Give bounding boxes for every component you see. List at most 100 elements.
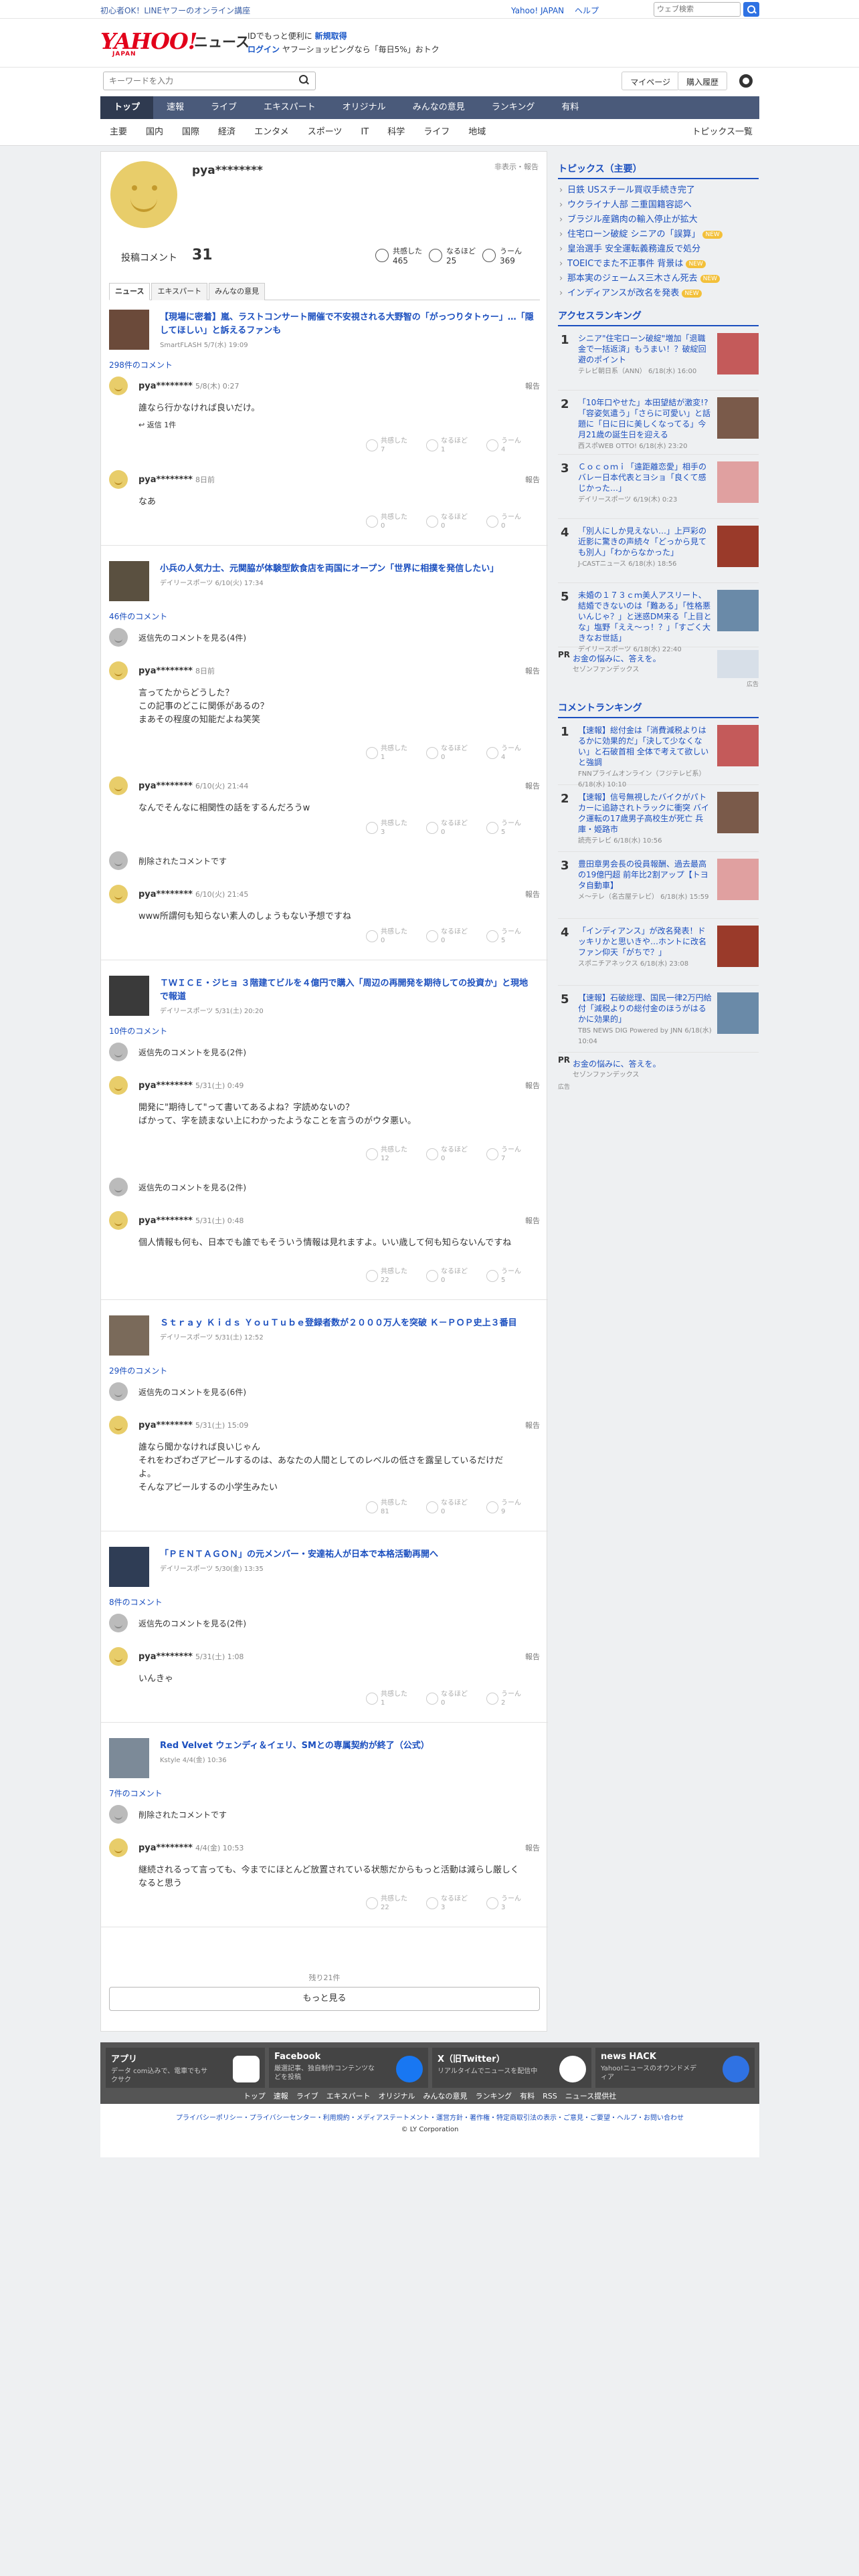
- rank-thumbnail[interactable]: [717, 526, 759, 567]
- replies-count[interactable]: 返信 1件: [147, 421, 177, 429]
- article-comment-count[interactable]: 7件のコメント: [109, 1788, 163, 1799]
- nav-paid[interactable]: 有料: [548, 96, 592, 119]
- ad-mark[interactable]: 広告: [747, 679, 759, 688]
- footer-link[interactable]: ニュース提供社: [565, 2092, 616, 2101]
- ranking-item[interactable]: 3 豊田章男会長の役員報酬、過去最高の19億円超 前年比2割アップ【トヨタ自動車】…: [558, 852, 759, 919]
- web-search-input[interactable]: [654, 2, 741, 17]
- rank-title[interactable]: シニア"住宅ローン破綻"増加「退職金で一括返済」もうまい！？破綻回避のポイントテ…: [578, 333, 712, 377]
- footer-link[interactable]: ランキング: [475, 2092, 512, 2101]
- article-title-text[interactable]: 小兵の人気力士、元関脇が体験型飲食店を両国にオープン「世界に相撲を発信したい」: [160, 564, 498, 574]
- article-comment-count[interactable]: 298件のコメント: [109, 359, 173, 370]
- report-link[interactable]: 報告: [525, 889, 540, 899]
- rank-thumbnail[interactable]: [717, 590, 759, 631]
- promo-link[interactable]: 初心者OK！LINEヤフーのオンライン講座: [100, 5, 250, 16]
- comment-username-text[interactable]: pya********: [138, 381, 193, 391]
- rank-title[interactable]: 未婚の１７３ｃｍ美人アスリート、結婚できないのは「難ある」「性格悪いんじゃ？」と…: [578, 590, 712, 655]
- footer-newshack-card[interactable]: news HACK Yahoo!ニュースのオウンドメディア: [595, 2048, 755, 2088]
- ad-mark[interactable]: 広告: [558, 1082, 759, 1091]
- ranking-item[interactable]: 5 【速報】石破総理、国民一律2万円給付「減税よりの総付金のほうがはるかに効果的」…: [558, 986, 759, 1053]
- nav-ranking[interactable]: ランキング: [478, 96, 549, 119]
- comment-username[interactable]: pya******** 5/31(土) 15:09: [138, 1420, 248, 1430]
- deleted-comment[interactable]: 返信先のコメントを見る(2件): [109, 1043, 540, 1067]
- comment-username[interactable]: pya******** 5/31(土) 0:48: [138, 1215, 244, 1226]
- footer-app-card[interactable]: アプリ データ com込みで、電車でもサクサク: [106, 2048, 265, 2088]
- nav-live[interactable]: ライブ: [197, 96, 250, 119]
- article-thumbnail[interactable]: [109, 1738, 149, 1778]
- rank-title-text[interactable]: 「別人にしか見えない…」上戸彩の近影に驚きの声続々「どっから見ても別人」「わから…: [578, 526, 706, 557]
- ranking-item[interactable]: 1 【速報】総付金は「消費減税よりはるかに効果的だ」「決して少なくない」と石破首相…: [558, 718, 759, 788]
- topic-text[interactable]: インディアンスが改名を発表: [567, 288, 679, 298]
- reaction-hmm-button[interactable]: うーん 5: [486, 928, 540, 945]
- reaction-hmm-button[interactable]: うーん 7: [486, 1146, 540, 1163]
- topic-text[interactable]: ウクライナ人部 二重国籍容認へ: [567, 200, 692, 210]
- reaction-hmm-button[interactable]: うーん 5: [486, 1267, 540, 1285]
- report-link[interactable]: 報告: [525, 1080, 540, 1091]
- cat-main[interactable]: 主要: [100, 119, 136, 146]
- avatar[interactable]: [109, 1838, 128, 1857]
- footer-link[interactable]: トップ: [244, 2092, 266, 2101]
- topic-item[interactable]: ウクライナ人部 二重国籍容認へ: [558, 198, 759, 213]
- rank-thumbnail[interactable]: [717, 992, 759, 1034]
- reaction-insight-button[interactable]: なるほど 0: [426, 928, 480, 945]
- report-link[interactable]: 報告: [525, 665, 540, 676]
- topic-item[interactable]: 那本実のジェームス三木さん死去NEW: [558, 272, 759, 286]
- ranking-item[interactable]: 3 Ｃｏｃｏｍｉ「遠距離恋愛」相手のバレー日本代表とヨショ「良くて感じかった…」デ…: [558, 455, 759, 519]
- reaction-empathy-button[interactable]: 共感した 3: [366, 819, 419, 837]
- cat-local[interactable]: 地域: [459, 119, 495, 146]
- footer-link[interactable]: 速報: [274, 2092, 288, 2101]
- rank-title[interactable]: Ｃｏｃｏｍｉ「遠距離恋愛」相手のバレー日本代表とヨショ「良くて感じかった…」 デイ…: [578, 461, 712, 506]
- avatar[interactable]: [109, 377, 128, 395]
- article-title-text[interactable]: Ｓｔｒａｙ Ｋｉｄｓ ＹｏｕＴｕｂｅ登録者数が２０００万人を突破 Ｋ－ＰＯＰ史上…: [160, 1318, 517, 1328]
- reaction-hmm-button[interactable]: うーん 5: [486, 819, 540, 837]
- rank-thumbnail[interactable]: [717, 926, 759, 967]
- reaction-insight-button[interactable]: なるほど 1: [426, 437, 480, 454]
- avatar[interactable]: [109, 885, 128, 903]
- topics-list-link[interactable]: トピックス一覧: [692, 119, 753, 146]
- topic-item[interactable]: ブラジル産鶏肉の輸入停止が拡大: [558, 213, 759, 227]
- rank-title[interactable]: 「インディアンス」が改名発表！ドッキリかと思いきや…ホントに改名 ファン仰天「が…: [578, 926, 712, 970]
- reaction-insight-button[interactable]: なるほど 0: [426, 744, 480, 762]
- shopping-promo[interactable]: ヤフーショッピングなら「毎日5%」おトク: [282, 45, 440, 54]
- comment-username[interactable]: pya******** 5/31(土) 0:49: [138, 1080, 244, 1091]
- cat-it[interactable]: IT: [351, 119, 378, 146]
- purchase-history-button[interactable]: 購入履歴: [677, 72, 727, 90]
- article-title[interactable]: 小兵の人気力士、元関脇が体験型飲食店を両国にオープン「世界に相撲を発信したい」デ…: [160, 562, 535, 591]
- pr-ad[interactable]: PR お金の悩みに、答えを。 セゾンファンデックス 広告: [558, 1055, 759, 1093]
- rank-title-text[interactable]: 【速報】総付金は「消費減税よりはるかに効果的だ」「決して少なくない」と石破首相 …: [578, 726, 708, 767]
- ranking-item[interactable]: 2 【速報】信号無視したバイクがパトカーに追跡されトラックに衝突 バイク運転の17…: [558, 785, 759, 852]
- rank-title-text[interactable]: 【速報】石破総理、国民一律2万円給付「減税よりの総付金のほうがはるかに効果的」: [578, 993, 712, 1024]
- topic-item[interactable]: 住宅ローン破綻 シニアの「誤算」NEW: [558, 227, 759, 242]
- ranking-item[interactable]: 5 未婚の１７３ｃｍ美人アスリート、結婚できないのは「難ある」「性格悪いんじゃ？」…: [558, 583, 759, 653]
- reaction-hmm-button[interactable]: うーん 9: [486, 1499, 540, 1516]
- comment-username-text[interactable]: pya********: [138, 1652, 193, 1662]
- article-title[interactable]: Ｓｔｒａｙ Ｋｉｄｓ ＹｏｕＴｕｂｅ登録者数が２０００万人を突破 Ｋ－ＰＯＰ史上…: [160, 1317, 535, 1345]
- topic-item[interactable]: インディアンスが改名を発表NEW: [558, 286, 759, 301]
- rank-title-text[interactable]: 「10年口やせた」本田望結が激変!?「容姿気遣う」「さらに可愛い」と話題に「日に…: [578, 398, 710, 439]
- nav-expert[interactable]: エキスパート: [250, 96, 329, 119]
- ranking-item[interactable]: 2 「10年口やせた」本田望結が激変!?「容姿気遣う」「さらに可愛い」と話題に「日…: [558, 391, 759, 455]
- article-thumbnail[interactable]: [109, 561, 149, 601]
- report-link[interactable]: 報告: [525, 381, 540, 391]
- deleted-comment-text[interactable]: 返信先のコメントを見る(2件): [138, 1182, 246, 1193]
- login-link[interactable]: ログイン: [248, 45, 280, 54]
- reaction-hmm-button[interactable]: うーん 0: [486, 513, 540, 530]
- register-link[interactable]: 新規取得: [315, 31, 347, 41]
- deleted-comment-text[interactable]: 削除されたコメントです: [138, 1809, 227, 1820]
- article-title-text[interactable]: 【現場に密着】嵐、ラストコンサート開催で不安視される大野智の「がっつりタトゥー」…: [160, 312, 534, 336]
- rank-title[interactable]: 「別人にしか見えない…」上戸彩の近影に驚きの声続々「どっから見ても別人」「わから…: [578, 526, 712, 570]
- comment-username-text[interactable]: pya********: [138, 889, 193, 899]
- article-comment-count[interactable]: 10件のコメント: [109, 1025, 167, 1037]
- comment-username-text[interactable]: pya********: [138, 666, 193, 676]
- deleted-comment[interactable]: 返信先のコメントを見る(6件): [109, 1382, 540, 1406]
- avatar[interactable]: [109, 1647, 128, 1666]
- topic-text[interactable]: 住宅ローン破綻 シニアの「誤算」: [567, 229, 700, 239]
- reaction-hmm-button[interactable]: うーん 4: [486, 744, 540, 762]
- comment-username[interactable]: pya******** 8日前: [138, 474, 215, 485]
- report-link[interactable]: 報告: [525, 1651, 540, 1662]
- rank-title-text[interactable]: 【速報】信号無視したバイクがパトカーに追跡されトラックに衝突 バイク運転の17歳…: [578, 792, 709, 834]
- report-link[interactable]: 報告: [525, 474, 540, 485]
- reaction-insight-button[interactable]: なるほど 3: [426, 1895, 480, 1912]
- article-thumbnail[interactable]: [109, 1547, 149, 1587]
- reaction-insight-button[interactable]: なるほど 0: [426, 1267, 480, 1285]
- report-link[interactable]: 報告: [525, 1420, 540, 1430]
